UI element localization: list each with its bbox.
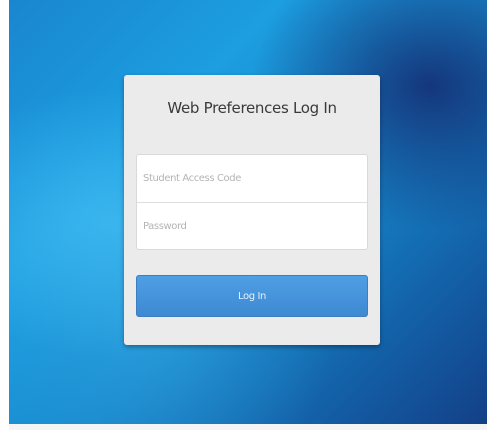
student-access-code-input[interactable]	[137, 155, 367, 202]
log-in-button[interactable]: Log In	[136, 275, 368, 317]
login-panel: Web Preferences Log In Log In	[124, 75, 380, 345]
desktop-background: Web Preferences Log In Log In	[9, 0, 487, 430]
login-title: Web Preferences Log In	[167, 99, 337, 117]
login-field-group	[136, 154, 368, 250]
bottom-band	[9, 424, 487, 430]
password-input[interactable]	[137, 202, 367, 249]
